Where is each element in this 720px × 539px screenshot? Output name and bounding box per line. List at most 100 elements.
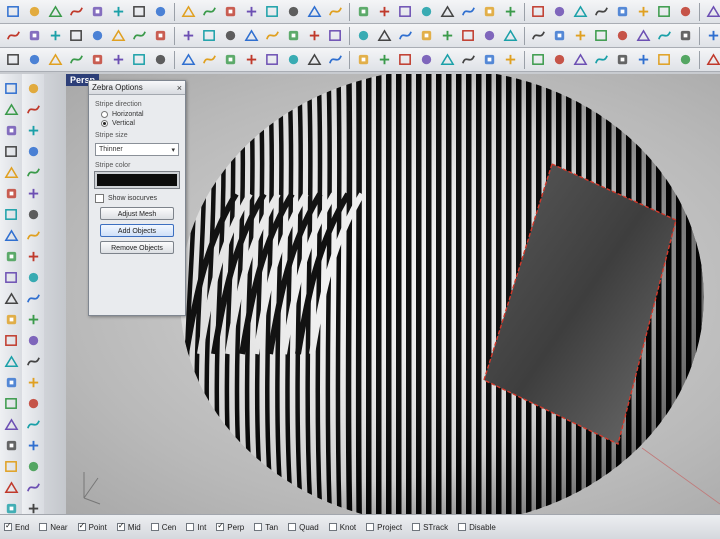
zoom-icon[interactable] — [264, 3, 281, 20]
intersect-icon[interactable] — [285, 27, 302, 44]
chamfer-curve-icon[interactable] — [26, 27, 43, 44]
transform-icon[interactable] — [3, 311, 20, 328]
import-icon[interactable] — [89, 3, 106, 20]
stripe-color-swatch[interactable] — [94, 171, 180, 189]
tube-icon[interactable] — [180, 51, 197, 68]
align-icon[interactable] — [25, 500, 42, 514]
edge-surface-icon[interactable] — [397, 51, 414, 68]
shrink-icon[interactable] — [551, 51, 568, 68]
osnap-checkbox[interactable] — [4, 521, 12, 531]
osnap-checkbox[interactable] — [116, 521, 125, 531]
blend-curve-icon[interactable] — [47, 27, 64, 44]
osnap-checkbox[interactable] — [186, 523, 195, 531]
split-icon[interactable] — [25, 206, 42, 223]
offset-icon[interactable] — [25, 311, 42, 328]
zoom-extents-icon[interactable] — [306, 3, 323, 20]
match-surface-icon[interactable] — [502, 51, 519, 68]
curvature-icon[interactable] — [3, 353, 20, 370]
fillet-curve-icon[interactable] — [5, 27, 22, 44]
split-icon[interactable] — [131, 27, 148, 44]
material-icon[interactable] — [460, 3, 477, 20]
copy-icon[interactable] — [131, 3, 148, 20]
array-icon[interactable] — [3, 269, 20, 286]
copy-icon[interactable] — [25, 437, 42, 454]
sphere-icon[interactable] — [3, 185, 20, 202]
osnap-checkbox[interactable] — [328, 523, 337, 531]
revolve-icon[interactable] — [306, 51, 323, 68]
osnap-int[interactable]: Int — [186, 523, 206, 532]
dot-icon[interactable] — [25, 101, 42, 118]
zebra-icon[interactable] — [3, 458, 20, 475]
osnap-perp[interactable]: Perp — [216, 521, 244, 532]
cross-section-icon[interactable] — [460, 27, 477, 44]
radio-horizontal[interactable]: Horizontal — [101, 111, 179, 118]
rotate-icon[interactable] — [25, 458, 42, 475]
join-icon[interactable] — [152, 27, 169, 44]
boolean-union-icon[interactable] — [593, 51, 610, 68]
network-icon[interactable] — [355, 51, 372, 68]
rebuild-icon[interactable] — [25, 269, 42, 286]
line-icon[interactable] — [3, 80, 20, 97]
paste-icon[interactable] — [152, 3, 169, 20]
offset-surface-icon[interactable] — [439, 51, 456, 68]
surface-icon[interactable] — [3, 164, 20, 181]
text-icon[interactable] — [705, 3, 720, 20]
cap-icon[interactable] — [656, 51, 673, 68]
explode-icon[interactable] — [25, 248, 42, 265]
trim-icon[interactable] — [110, 27, 127, 44]
parabola-icon[interactable] — [551, 27, 568, 44]
mesh-icon[interactable] — [3, 416, 20, 433]
osnap-checkbox[interactable] — [39, 523, 48, 531]
loft-icon[interactable] — [25, 332, 42, 349]
shell-icon[interactable] — [677, 51, 694, 68]
four-view-icon[interactable] — [355, 3, 372, 20]
osnap-end[interactable]: End — [4, 521, 29, 532]
osnap-project[interactable]: Project — [366, 523, 402, 532]
osnap-quad[interactable]: Quad — [288, 523, 319, 532]
scale-icon[interactable] — [25, 479, 42, 496]
zoom-window-icon[interactable] — [285, 3, 302, 20]
fillet-edges-icon[interactable] — [25, 290, 42, 307]
radio-vertical[interactable]: Vertical — [101, 120, 179, 127]
explode-icon[interactable] — [180, 27, 197, 44]
pan-icon[interactable] — [222, 3, 239, 20]
dup-edge-icon[interactable] — [376, 27, 393, 44]
sweep-icon[interactable] — [25, 353, 42, 370]
osnap-strack[interactable]: STrack — [412, 523, 448, 532]
chevron-down-icon[interactable]: ▾ — [171, 146, 175, 154]
sketch-icon[interactable] — [635, 27, 652, 44]
cut-icon[interactable] — [110, 3, 127, 20]
add-objects-button[interactable]: Add Objects — [100, 224, 174, 237]
osnap-checkbox[interactable] — [458, 523, 467, 531]
extrude-icon[interactable] — [3, 227, 20, 244]
boolean-icon[interactable] — [3, 248, 20, 265]
cylinder-icon[interactable] — [47, 51, 64, 68]
offset-curve-icon[interactable] — [68, 27, 85, 44]
extract-isocurve-icon[interactable] — [418, 27, 435, 44]
sphere-icon[interactable] — [26, 51, 43, 68]
radio-horizontal-dot[interactable] — [101, 111, 108, 118]
untrim-icon[interactable] — [530, 51, 547, 68]
environment-map-icon[interactable] — [3, 500, 20, 514]
revolve-icon[interactable] — [25, 374, 42, 391]
osnap-checkbox[interactable] — [216, 521, 225, 531]
light-icon[interactable] — [439, 3, 456, 20]
show-isocurves-checkbox[interactable]: Show isocurves — [95, 194, 179, 203]
spiral-icon[interactable] — [502, 27, 519, 44]
osnap-mid[interactable]: Mid — [116, 521, 141, 532]
render-icon[interactable] — [3, 437, 20, 454]
fair-icon[interactable] — [222, 27, 239, 44]
curve-tools-icon[interactable] — [25, 80, 42, 97]
osnap-checkbox[interactable] — [254, 523, 263, 531]
circle-icon[interactable] — [3, 143, 20, 160]
pull-icon[interactable] — [264, 27, 281, 44]
loft-icon[interactable] — [243, 51, 260, 68]
polyline-icon[interactable] — [551, 3, 568, 20]
move-icon[interactable] — [25, 416, 42, 433]
polygon-icon[interactable] — [677, 3, 694, 20]
conic-icon[interactable] — [530, 27, 547, 44]
rectangle-icon[interactable] — [3, 122, 20, 139]
redo-icon[interactable] — [201, 3, 218, 20]
osnap-cen[interactable]: Cen — [150, 523, 176, 532]
text-icon[interactable] — [3, 395, 20, 412]
